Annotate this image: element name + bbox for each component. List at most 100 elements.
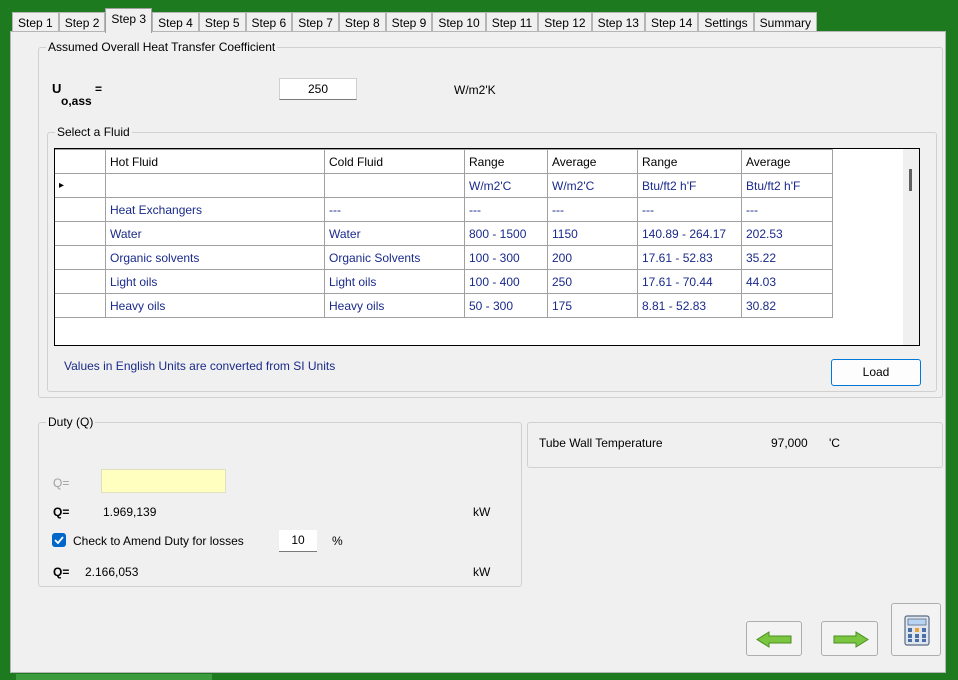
table-cell[interactable]: Btu/ft2 h'F (741, 173, 833, 198)
back-button[interactable] (746, 621, 802, 656)
tab-step-12[interactable]: Step 12 (538, 12, 592, 33)
table-cell[interactable]: W/m2'C (547, 173, 638, 198)
q2-unit: kW (473, 565, 491, 579)
grid-scroll-thumb[interactable] (909, 169, 912, 191)
tab-step-8[interactable]: Step 8 (338, 12, 386, 33)
amend-duty-label[interactable]: Check to Amend Duty for losses (73, 534, 244, 548)
table-cell[interactable]: Light oils (105, 269, 325, 294)
table-cell[interactable]: W/m2'C (464, 173, 548, 198)
loss-percent-field[interactable]: 10 (279, 530, 317, 552)
loss-unit: % (332, 534, 343, 548)
table-cell[interactable]: 44.03 (741, 269, 833, 294)
table-cell[interactable]: --- (741, 197, 833, 222)
table-row[interactable]: Heavy oils Heavy oils 50 - 300 175 8.81 - 52… (55, 293, 833, 318)
row-header[interactable] (55, 221, 106, 246)
table-row[interactable]: ▸ W/m2'C W/m2'C Btu/ft2 h'F Btu/ft2 h'F (55, 173, 833, 198)
table-cell[interactable]: --- (324, 197, 465, 222)
tab-step-2[interactable]: Step 2 (58, 12, 106, 33)
table-row[interactable]: Water Water 800 - 1500 1150 140.89 - 264.17 2… (55, 221, 833, 246)
tab-summary[interactable]: Summary (753, 12, 818, 33)
table-cell[interactable]: Heat Exchangers (105, 197, 325, 222)
table-cell[interactable]: 17.61 - 70.44 (637, 269, 742, 294)
table-cell[interactable] (324, 173, 465, 198)
table-cell[interactable]: 30.82 (741, 293, 833, 318)
table-cell[interactable]: 250 (547, 269, 638, 294)
table-cell[interactable]: --- (464, 197, 548, 222)
col-header-avg-en[interactable]: Average (741, 149, 833, 174)
grid-header-row: Hot Fluid Cold Fluid Range Average Range… (55, 149, 833, 174)
wall-temp-value: 97,000 (771, 436, 808, 450)
table-cell[interactable]: Light oils (324, 269, 465, 294)
row-header[interactable] (55, 293, 106, 318)
table-cell[interactable]: Organic Solvents (324, 245, 465, 270)
col-header-range-en[interactable]: Range (637, 149, 742, 174)
q-input-field[interactable] (101, 469, 226, 493)
table-row[interactable]: Light oils Light oils 100 - 400 250 17.61 - … (55, 269, 833, 294)
tab-step-9[interactable]: Step 9 (385, 12, 433, 33)
row-header[interactable] (55, 269, 106, 294)
table-cell[interactable]: --- (637, 197, 742, 222)
units-note: Values in English Units are converted fr… (64, 359, 336, 373)
table-cell[interactable]: 100 - 400 (464, 269, 548, 294)
next-button[interactable] (821, 621, 878, 656)
u-symbol: U (52, 81, 62, 96)
table-cell[interactable]: 8.81 - 52.83 (637, 293, 742, 318)
duty-group-title: Duty (Q) (46, 415, 96, 429)
table-cell[interactable]: Water (105, 221, 325, 246)
fluid-table: Hot Fluid Cold Fluid Range Average Range… (55, 149, 833, 318)
tab-step-1[interactable]: Step 1 (12, 12, 59, 33)
table-cell[interactable]: Heavy oils (324, 293, 465, 318)
tab-step-3[interactable]: Step 3 (105, 8, 153, 33)
table-cell[interactable]: 800 - 1500 (464, 221, 548, 246)
app-window: Step 1 Step 2 Step 3 Step 4 Step 5 Step 6 Step… (0, 0, 958, 680)
table-cell[interactable]: Btu/ft2 h'F (637, 173, 742, 198)
tab-step-13[interactable]: Step 13 (591, 12, 645, 33)
table-cell[interactable]: Water (324, 221, 465, 246)
forward-arrow-icon (833, 631, 869, 648)
col-header-hot[interactable]: Hot Fluid (105, 149, 325, 174)
tab-step-6[interactable]: Step 6 (245, 12, 293, 33)
amend-duty-checkbox[interactable] (52, 533, 66, 547)
back-arrow-icon (756, 631, 792, 648)
table-cell[interactable]: 1150 (547, 221, 638, 246)
table-row[interactable]: Heat Exchangers --- --- --- --- --- (55, 197, 833, 222)
table-cell[interactable]: --- (547, 197, 638, 222)
tab-step-4[interactable]: Step 4 (152, 12, 199, 33)
table-cell[interactable] (105, 173, 325, 198)
table-cell[interactable]: 35.22 (741, 245, 833, 270)
q-label: Q= (53, 505, 70, 519)
col-header-avg-si[interactable]: Average (547, 149, 638, 174)
u-subscript: o,ass (61, 94, 92, 108)
fluid-grid[interactable]: Hot Fluid Cold Fluid Range Average Range… (54, 148, 920, 346)
wall-temp-label: Tube Wall Temperature (539, 436, 663, 450)
col-header-range-si[interactable]: Range (464, 149, 548, 174)
tab-step-7[interactable]: Step 7 (292, 12, 339, 33)
table-cell[interactable]: 17.61 - 52.83 (637, 245, 742, 270)
load-button[interactable]: Load (831, 359, 921, 386)
tab-step-5[interactable]: Step 5 (198, 12, 246, 33)
row-header[interactable]: ▸ (55, 173, 106, 198)
table-cell[interactable]: 175 (547, 293, 638, 318)
u-equals: = (95, 82, 103, 96)
table-cell[interactable]: 50 - 300 (464, 293, 548, 318)
status-progress-strip (16, 674, 212, 680)
u-value-field[interactable]: 250 (279, 78, 357, 100)
calculator-icon (904, 615, 930, 646)
table-cell[interactable]: Organic solvents (105, 245, 325, 270)
calculator-button[interactable] (891, 603, 941, 656)
table-cell[interactable]: 140.89 - 264.17 (637, 221, 742, 246)
tab-step-11[interactable]: Step 11 (485, 12, 539, 33)
tab-settings[interactable]: Settings (698, 12, 754, 33)
table-cell[interactable]: 202.53 (741, 221, 833, 246)
tab-step-14[interactable]: Step 14 (644, 12, 699, 33)
table-cell[interactable]: 100 - 300 (464, 245, 548, 270)
row-header[interactable] (55, 197, 106, 222)
col-header-cold[interactable]: Cold Fluid (324, 149, 465, 174)
table-cell[interactable]: Heavy oils (105, 293, 325, 318)
table-cell[interactable]: 200 (547, 245, 638, 270)
grid-scrollbar[interactable] (903, 149, 919, 345)
row-header[interactable] (55, 245, 106, 270)
table-row[interactable]: Organic solvents Organic Solvents 100 - 30… (55, 245, 833, 270)
fluid-group-title: Select a Fluid (55, 125, 132, 139)
tab-step-10[interactable]: Step 10 (432, 12, 486, 33)
